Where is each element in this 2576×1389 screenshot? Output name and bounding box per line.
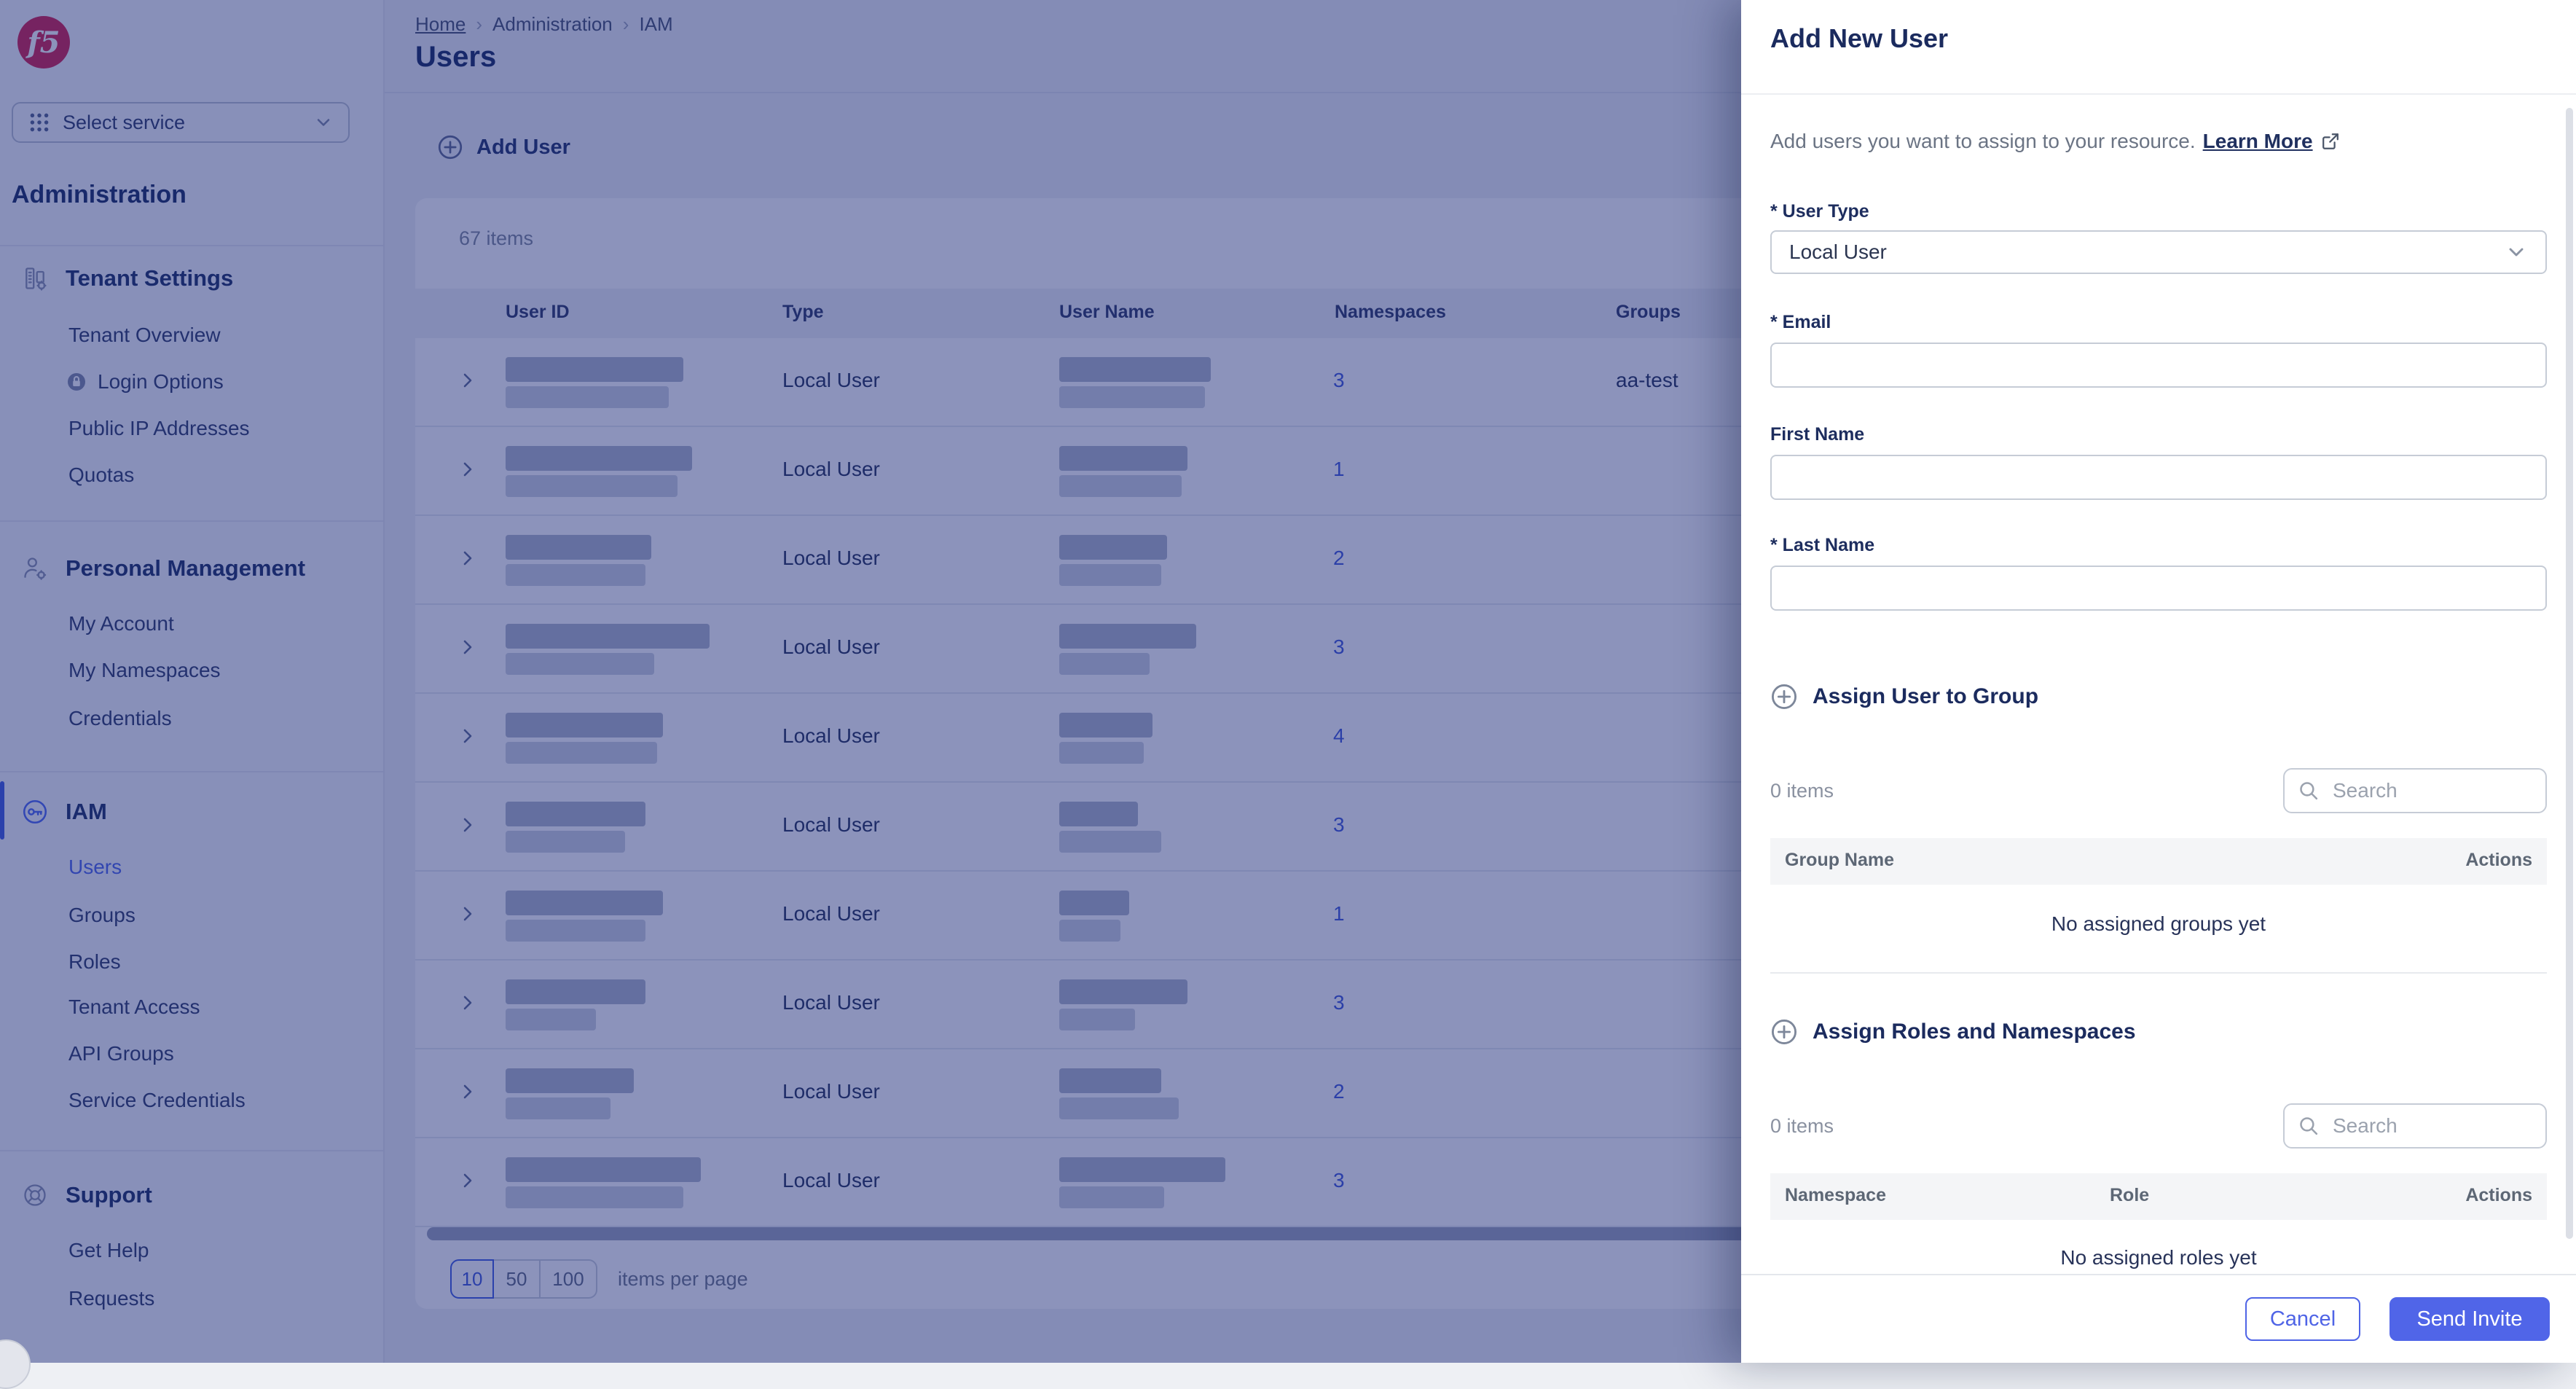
panel-description-text: Add users you want to assign to your res…	[1770, 130, 2196, 152]
groups-empty-text: No assigned groups yet	[2051, 912, 2266, 935]
panel-description: Add users you want to assign to your res…	[1770, 130, 2341, 153]
panel-title: Add New User	[1770, 23, 1949, 53]
first-name-field[interactable]	[1770, 455, 2547, 500]
roles-table-header: Namespace Role Actions	[1770, 1173, 2547, 1220]
panel-footer: Cancel Send Invite	[1741, 1274, 2576, 1363]
user-type-label: * User Type	[1770, 201, 1869, 222]
user-type-select[interactable]: Local User	[1770, 230, 2547, 274]
email-field[interactable]	[1770, 343, 2547, 388]
search-icon	[2298, 780, 2320, 802]
panel-scrollbar[interactable]	[2566, 108, 2573, 1239]
groups-items-count: 0 items	[1770, 780, 1834, 802]
col-group-name: Group Name	[1785, 850, 1895, 870]
roles-search-input[interactable]	[2330, 1113, 2525, 1139]
send-invite-button[interactable]: Send Invite	[2390, 1297, 2550, 1341]
last-name-field[interactable]	[1770, 566, 2547, 611]
col-actions: Actions	[2465, 850, 2532, 870]
roles-search	[2283, 1103, 2547, 1149]
roles-items-count: 0 items	[1770, 1115, 1834, 1137]
groups-search	[2283, 768, 2547, 813]
assign-roles-label: Assign Roles and Namespaces	[1813, 1020, 2136, 1044]
last-name-label: * Last Name	[1770, 535, 1875, 555]
assign-group-label: Assign User to Group	[1813, 684, 2039, 708]
groups-search-input[interactable]	[2330, 778, 2525, 804]
user-type-value: Local User	[1789, 240, 1887, 263]
col-role: Role	[2110, 1185, 2150, 1205]
cancel-button[interactable]: Cancel	[2245, 1297, 2360, 1341]
search-icon	[2298, 1115, 2320, 1137]
assign-roles-namespaces-button[interactable]: Assign Roles and Namespaces	[1770, 1014, 2136, 1049]
section-divider	[1770, 972, 2547, 974]
add-new-user-panel: Add New User Add users you want to assig…	[1741, 0, 2576, 1363]
col-actions: Actions	[2465, 1185, 2532, 1205]
first-name-label: First Name	[1770, 424, 1865, 445]
plus-circle-icon	[1770, 1018, 1798, 1046]
col-namespace: Namespace	[1785, 1185, 1886, 1205]
groups-table-header: Group Name Actions	[1770, 838, 2547, 885]
panel-header-divider	[1741, 93, 2576, 95]
roles-empty-text: No assigned roles yet	[2060, 1246, 2257, 1269]
email-label: * Email	[1770, 312, 1831, 332]
plus-circle-icon	[1770, 683, 1798, 711]
learn-more-link[interactable]: Learn More	[2203, 130, 2313, 153]
assign-user-to-group-button[interactable]: Assign User to Group	[1770, 679, 2038, 714]
chevron-down-icon	[2505, 240, 2528, 264]
external-link-icon	[2320, 131, 2341, 152]
